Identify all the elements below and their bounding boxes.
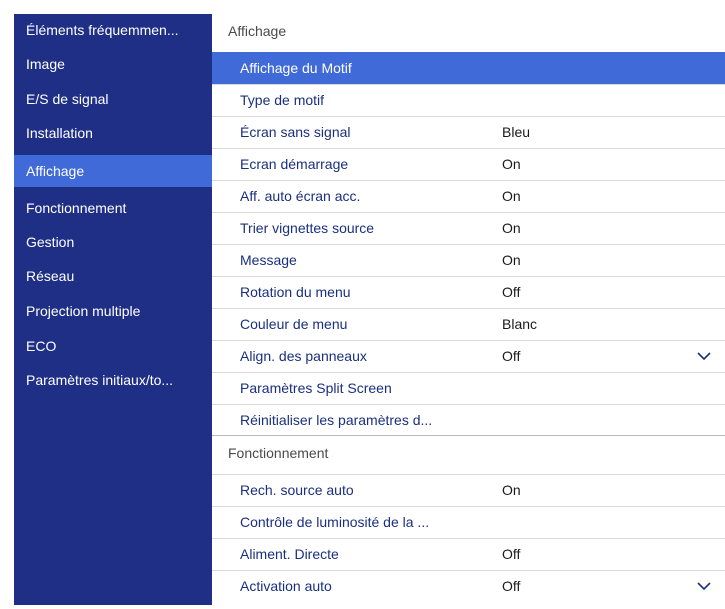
row-label: Réinitialiser les paramètres d... <box>240 412 433 428</box>
row-label: Align. des panneaux <box>240 348 367 364</box>
sidebar-item-initial-settings[interactable]: Paramètres initiaux/to... <box>14 364 212 396</box>
settings-panel: Affichage Affichage du Motif Type de mot… <box>212 14 725 605</box>
row-label: Rotation du menu <box>240 284 351 300</box>
sidebar-item-affichage[interactable]: Affichage <box>14 155 212 187</box>
row-label: Aliment. Directe <box>240 546 339 562</box>
row-value: Off <box>502 284 521 300</box>
chevron-down-icon[interactable] <box>697 581 711 591</box>
menu-row[interactable]: Type de motif <box>212 84 725 116</box>
row-label: Couleur de menu <box>240 316 348 332</box>
menu-row[interactable]: Activation auto Off <box>212 570 725 602</box>
menu-row[interactable]: Ecran démarrage On <box>212 148 725 180</box>
menu-row[interactable]: Affichage du Motif <box>212 52 725 84</box>
row-value: On <box>502 482 521 498</box>
row-value: On <box>502 220 521 236</box>
row-value: Off <box>502 546 521 562</box>
row-label: Rech. source auto <box>240 482 354 498</box>
sidebar-item-reseau[interactable]: Réseau <box>14 260 212 292</box>
menu-row[interactable]: Contrôle de luminosité de la ... <box>212 506 725 538</box>
menu-row[interactable]: Rotation du menu Off <box>212 276 725 308</box>
chevron-down-icon[interactable] <box>697 351 711 361</box>
sidebar-item-gestion[interactable]: Gestion <box>14 226 212 258</box>
row-value: On <box>502 188 521 204</box>
menu-row[interactable]: Message On <box>212 244 725 276</box>
row-value: Off <box>502 578 521 594</box>
row-label: Activation auto <box>240 578 332 594</box>
section-header-affichage: Affichage <box>228 23 287 39</box>
menu-row[interactable]: Rech. source auto On <box>212 474 725 506</box>
row-value: On <box>502 156 521 172</box>
row-value: Off <box>502 348 521 364</box>
sidebar-item-eco[interactable]: ECO <box>14 330 212 362</box>
row-label: Aff. auto écran acc. <box>240 188 361 204</box>
row-label: Ecran démarrage <box>240 156 349 172</box>
row-label: Paramètres Split Screen <box>240 380 392 396</box>
row-label: Message <box>240 252 297 268</box>
row-label: Trier vignettes source <box>240 220 375 236</box>
menu-row[interactable]: Aliment. Directe Off <box>212 538 725 570</box>
menu-row[interactable]: Réinitialiser les paramètres d... <box>212 404 725 436</box>
sidebar-item-frequent[interactable]: Éléments fréquemmen... <box>14 14 212 46</box>
menu-row[interactable]: Écran sans signal Bleu <box>212 116 725 148</box>
row-value: Bleu <box>502 124 531 140</box>
sidebar-item-fonctionnement[interactable]: Fonctionnement <box>14 192 212 224</box>
menu-row[interactable]: Aff. auto écran acc. On <box>212 180 725 212</box>
menu-row[interactable]: Paramètres Split Screen <box>212 372 725 404</box>
menu-row[interactable]: Couleur de menu Blanc <box>212 308 725 340</box>
row-label: Écran sans signal <box>240 124 351 140</box>
row-label: Affichage du Motif <box>240 60 352 76</box>
sidebar-item-image[interactable]: Image <box>14 48 212 80</box>
row-label: Type de motif <box>240 92 325 108</box>
sidebar-item-signal-io[interactable]: E/S de signal <box>14 83 212 115</box>
row-value: Blanc <box>502 316 538 332</box>
sidebar-item-installation[interactable]: Installation <box>14 117 212 149</box>
row-value: On <box>502 252 521 268</box>
section-header-fonctionnement: Fonctionnement <box>228 445 329 461</box>
menu-row[interactable]: Trier vignettes source On <box>212 212 725 244</box>
sidebar-menu: Éléments fréquemmen... Image E/S de sign… <box>14 14 212 605</box>
projector-menu-screen: Éléments fréquemmen... Image E/S de sign… <box>0 0 725 609</box>
row-label: Contrôle de luminosité de la ... <box>240 514 430 530</box>
menu-row[interactable]: Align. des panneaux Off <box>212 340 725 372</box>
sidebar-item-projection-multiple[interactable]: Projection multiple <box>14 295 212 327</box>
